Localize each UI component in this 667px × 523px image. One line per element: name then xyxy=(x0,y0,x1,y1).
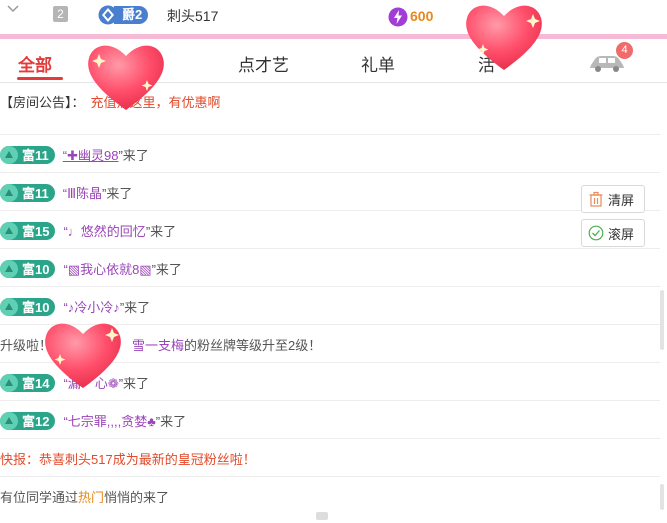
lightning-coin-icon xyxy=(388,7,408,27)
user-nick[interactable]: “♪冷小冷♪ xyxy=(63,297,119,316)
list-item: 富15 “♩悠然的回忆 ”来了 xyxy=(0,210,660,248)
username[interactable]: 刺头517 xyxy=(167,6,218,26)
wealth-level-badge: 富12 xyxy=(0,411,56,430)
list-item: 快报：恭喜 刺头517 成为最新的皇冠粉丝啦！ xyxy=(0,438,660,476)
auto-scroll-button[interactable]: 滚屏 xyxy=(581,219,645,247)
hot-link[interactable]: 热门 xyxy=(78,487,104,506)
user-nick[interactable]: “七宗罪,,,,贪婪♣ xyxy=(63,411,155,430)
coin-value: 600 xyxy=(410,8,434,24)
wealth-level-badge: 富11 xyxy=(0,145,55,164)
user-nick[interactable]: “▧我心依就8▧ xyxy=(63,259,151,278)
chat-panel: 【房间公告】： 充值点这里，有优惠啊 富11 “✚幽灵98 ”来了 富11 “Ⅲ陈晶… xyxy=(0,84,667,523)
chevron-down-icon[interactable] xyxy=(6,2,20,16)
noble-badge: 爵2 xyxy=(98,5,149,25)
check-circle-icon xyxy=(588,225,604,241)
came-text: ”来了 xyxy=(145,224,177,239)
scrollbar[interactable] xyxy=(660,290,664,350)
user-nick[interactable]: “✚幽灵98 xyxy=(63,145,119,164)
clear-screen-label: 清屏 xyxy=(608,192,635,208)
fan-name[interactable]: 雪一支梅 xyxy=(132,335,184,354)
came-text: ”来了 xyxy=(118,148,149,163)
rank-number-badge: 2 xyxy=(53,6,68,22)
hot-prefix: 有位同学通过 xyxy=(0,490,79,505)
scrollbar-bottom[interactable] xyxy=(660,484,664,510)
wealth-level-badge: 富10 xyxy=(0,259,56,278)
top-bar: 2 爵2 刺头517 600 xyxy=(0,0,667,34)
heart-icon xyxy=(88,45,164,110)
noble-level-label: 爵2 xyxy=(114,6,149,24)
auto-scroll-label: 滚屏 xyxy=(608,226,635,242)
list-item: 有位同学通过 热门 悄悄的来了 xyxy=(0,476,660,514)
news-suffix: 成为最新的皇冠粉丝啦！ xyxy=(112,452,256,467)
tab-all[interactable]: 全部 xyxy=(18,51,52,76)
list-item: 富11 “Ⅲ陈晶 ”来了 xyxy=(0,172,660,210)
came-text: ”来了 xyxy=(119,300,151,315)
list-item: 富11 “✚幽灵98 ”来了 xyxy=(0,134,660,172)
scroll-down-arrow[interactable] xyxy=(316,512,328,520)
hot-suffix: 悄悄的来了 xyxy=(104,490,170,505)
user-nick[interactable]: “Ⅲ陈晶 xyxy=(63,183,102,202)
wealth-level-badge: 富15 xyxy=(0,221,56,240)
active-tab-underline xyxy=(17,77,63,80)
car-count-badge: 4 xyxy=(616,42,633,59)
came-text: ”来了 xyxy=(102,186,133,201)
list-item: 富10 “▧我心依就8▧ ”来了 xyxy=(0,248,660,286)
came-text: ”来了 xyxy=(155,414,187,429)
trash-icon xyxy=(589,191,603,207)
user-nick[interactable]: “♩悠然的回忆 xyxy=(63,221,145,240)
news-name[interactable]: 刺头517 xyxy=(65,449,113,468)
heart-icon xyxy=(466,5,542,71)
list-item: 富12 “七宗罪,,,,贪婪♣ ”来了 xyxy=(0,400,660,438)
wealth-level-badge: 富11 xyxy=(0,183,55,202)
clear-screen-button[interactable]: 清屏 xyxy=(581,185,645,213)
news-prefix: 快报：恭喜 xyxy=(0,452,66,467)
tab-gift-list[interactable]: 礼单 xyxy=(361,51,395,76)
wealth-level-badge: 富10 xyxy=(0,297,56,316)
heart-icon xyxy=(45,323,121,388)
tab-talent[interactable]: 点才艺 xyxy=(238,51,289,76)
upgrade-suffix: 的粉丝牌等级升至2级！ xyxy=(184,338,322,353)
came-text: ”来了 xyxy=(151,262,182,277)
announcement-prefix: 【房间公告】： xyxy=(0,95,85,110)
